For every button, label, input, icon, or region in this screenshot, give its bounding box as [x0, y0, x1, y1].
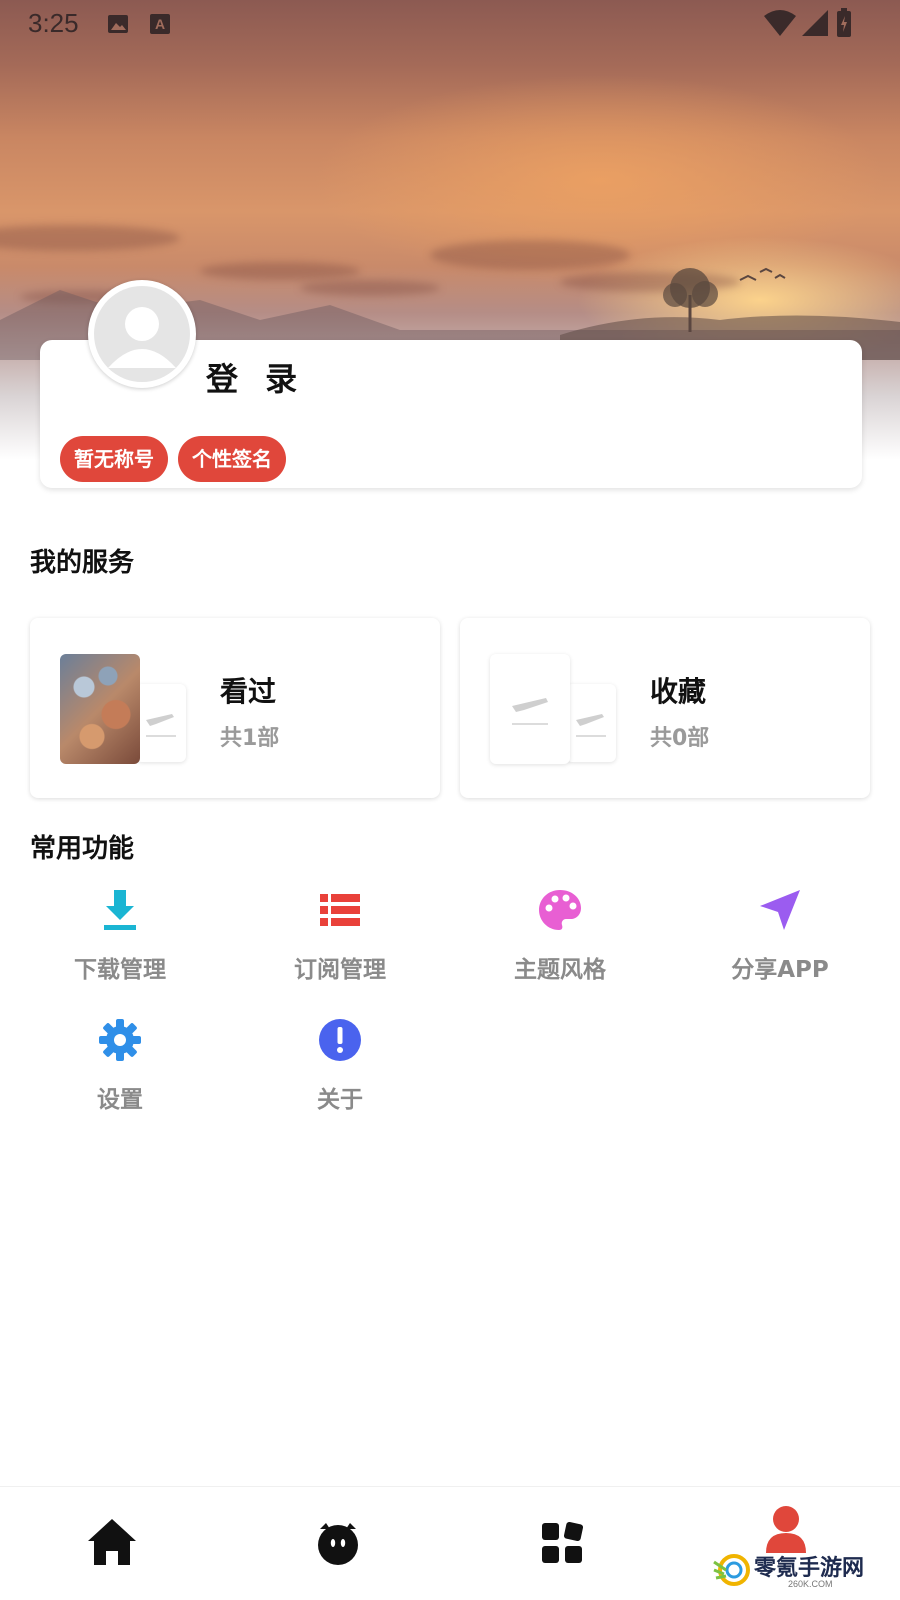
palette-icon	[539, 890, 581, 930]
grid-icon[interactable]	[532, 1513, 592, 1573]
history-count: 共1部	[220, 726, 280, 751]
subscription-manager-label: 订阅管理	[294, 957, 386, 983]
wifi-icon	[764, 10, 796, 36]
info-icon	[319, 1019, 361, 1061]
history-card[interactable]: 看过 共1部	[30, 618, 440, 798]
face-icon[interactable]	[308, 1513, 368, 1573]
signal-icon	[802, 10, 828, 36]
favorites-count: 共0部	[650, 726, 710, 751]
bottom-navigation: 零氪手游网 260K.COM	[0, 1486, 900, 1600]
svg-text:A: A	[155, 16, 165, 32]
share-app-label: 分享APP	[731, 957, 829, 983]
watermark-subtext: 260K.COM	[788, 1579, 833, 1589]
settings-label: 设置	[97, 1087, 143, 1113]
about-label: 关于	[317, 1087, 363, 1113]
list-icon	[320, 894, 360, 926]
watermark-text: 零氪手游网	[754, 1556, 865, 1581]
watermark-logo: 零氪手游网 260K.COM	[712, 1550, 882, 1590]
battery-icon	[837, 8, 851, 37]
history-title: 看过	[220, 675, 277, 708]
avatar-placeholder-icon	[94, 286, 190, 382]
gear-icon	[99, 1019, 141, 1061]
placeholder-thumbnail	[490, 654, 570, 764]
favorites-card[interactable]: 收藏 共0部	[460, 618, 870, 798]
cover-thumbnail	[60, 654, 140, 764]
theme-style-label: 主题风格	[514, 957, 606, 983]
signature-badge[interactable]: 个性签名	[178, 436, 286, 482]
status-bar: 3:25 A	[0, 0, 900, 50]
favorites-title: 收藏	[650, 675, 707, 708]
services-section-title: 我的服务	[30, 548, 135, 578]
avatar[interactable]	[88, 280, 196, 388]
a-font-icon: A	[150, 14, 170, 34]
status-time: 3:25	[28, 8, 79, 38]
placeholder-thumbnail	[136, 684, 186, 762]
image-icon	[108, 15, 128, 33]
send-icon	[760, 890, 800, 930]
home-icon[interactable]	[82, 1513, 142, 1573]
login-button[interactable]: 登 录	[206, 354, 305, 400]
download-icon	[104, 890, 136, 930]
functions-section-title: 常用功能	[30, 834, 135, 864]
watermark-icon	[713, 1554, 750, 1586]
placeholder-thumbnail	[566, 684, 616, 762]
download-manager-label: 下载管理	[74, 957, 166, 983]
title-badge[interactable]: 暂无称号	[60, 436, 168, 482]
